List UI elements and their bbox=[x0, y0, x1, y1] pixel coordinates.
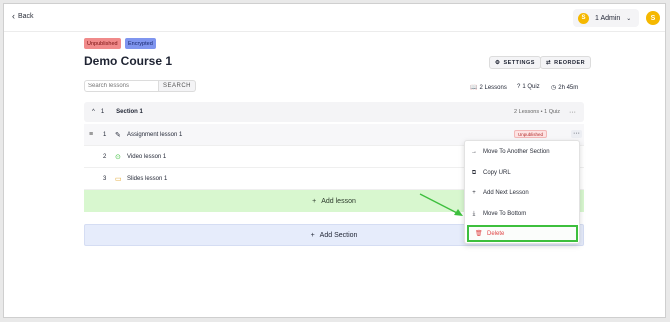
add-lesson-label: Add lesson bbox=[321, 197, 356, 205]
search-bar: SEARCH bbox=[84, 80, 197, 92]
status-badge: Unpublished bbox=[514, 130, 548, 138]
lesson-title[interactable]: Video lesson 1 bbox=[127, 154, 166, 160]
lesson-more-icon[interactable]: ··· bbox=[571, 130, 582, 138]
menu-item-label: Move To Another Section bbox=[483, 149, 550, 155]
menu-item-label: Move To Bottom bbox=[483, 211, 527, 217]
chevron-down-icon: ⌄ bbox=[626, 15, 632, 22]
duration-stat: ◷ 2h 45m bbox=[551, 84, 579, 92]
menu-item-copy-url[interactable]: ⧉ Copy URL bbox=[465, 166, 579, 180]
avatar[interactable]: S bbox=[646, 11, 660, 25]
menu-item-move-section[interactable]: → Move To Another Section bbox=[465, 145, 579, 159]
plus-icon: + bbox=[310, 231, 315, 239]
pencil-icon: ✎ bbox=[115, 131, 121, 139]
menu-item-move-bottom[interactable]: ⤓ Move To Bottom bbox=[465, 207, 579, 221]
unpublished-badge: Unpublished bbox=[84, 38, 121, 49]
back-button[interactable]: ‹ Back bbox=[12, 11, 34, 21]
lesson-context-menu: → Move To Another Section ⧉ Copy URL + A… bbox=[464, 140, 580, 244]
section-number: 1 bbox=[100, 109, 105, 115]
copy-icon: ⧉ bbox=[471, 169, 477, 176]
lesson-number: 3 bbox=[103, 175, 107, 182]
chevron-left-icon: ‹ bbox=[12, 11, 15, 21]
admin-coin-icon: S bbox=[578, 12, 589, 24]
reorder-button[interactable]: ⇄ REORDER bbox=[540, 56, 592, 69]
lessons-stat: 📖 2 Lessons bbox=[470, 84, 507, 92]
settings-button[interactable]: ⚙ SETTINGS bbox=[489, 56, 541, 69]
menu-item-delete[interactable]: 🗑 Delete bbox=[467, 225, 578, 242]
menu-item-label: Add Next Lesson bbox=[483, 190, 529, 196]
arrow-down-icon: ⤓ bbox=[472, 210, 476, 217]
gear-icon: ⚙ bbox=[495, 59, 501, 66]
search-input[interactable] bbox=[84, 80, 159, 92]
lesson-title[interactable]: Assignment lesson 1 bbox=[127, 132, 182, 138]
trash-icon: 🗑 bbox=[475, 231, 483, 237]
menu-item-label: Copy URL bbox=[483, 170, 511, 176]
clock-icon: ◷ bbox=[551, 85, 557, 91]
reorder-label: REORDER bbox=[554, 59, 586, 66]
page-title: Demo Course 1 bbox=[84, 54, 173, 68]
quiz-count: 1 Quiz bbox=[522, 84, 540, 90]
settings-label: SETTINGS bbox=[503, 59, 535, 66]
search-button[interactable]: SEARCH bbox=[159, 80, 197, 92]
duration-value: 2h 45m bbox=[558, 84, 579, 91]
question-icon: ? bbox=[517, 84, 521, 90]
section-header[interactable]: ^ 1 Section 1 2 Lessons • 1 Quiz ··· bbox=[84, 102, 584, 122]
add-section-label: Add Section bbox=[319, 231, 358, 239]
plus-icon: + bbox=[312, 197, 317, 205]
slides-icon: ▭ bbox=[115, 175, 122, 183]
section-more-icon[interactable]: ··· bbox=[569, 109, 576, 116]
chevron-up-icon[interactable]: ^ bbox=[92, 109, 95, 115]
drag-handle-icon[interactable]: ≡ bbox=[89, 131, 93, 138]
section-meta: 2 Lessons • 1 Quiz bbox=[514, 109, 560, 115]
top-bar: ‹ Back S 1 Admin ⌄ S bbox=[4, 4, 665, 32]
admin-selector[interactable]: S 1 Admin ⌄ bbox=[573, 9, 639, 27]
lesson-title[interactable]: Slides lesson 1 bbox=[127, 176, 167, 182]
admin-count: 1 Admin bbox=[595, 14, 621, 22]
play-icon: ⊙ bbox=[115, 153, 121, 161]
lessons-count: 2 Lessons bbox=[479, 84, 507, 91]
section-title: Section 1 bbox=[116, 109, 143, 115]
menu-item-label: Delete bbox=[487, 230, 505, 237]
reorder-icon: ⇄ bbox=[546, 59, 552, 66]
lesson-number: 1 bbox=[103, 131, 107, 138]
encrypted-badge: Encrypted bbox=[125, 38, 156, 49]
arrow-right-icon: → bbox=[471, 149, 477, 155]
quiz-stat: ? 1 Quiz bbox=[517, 84, 540, 90]
plus-icon: + bbox=[472, 190, 476, 196]
app-frame: ‹ Back S 1 Admin ⌄ S Unpublished Encrypt… bbox=[3, 3, 666, 318]
book-icon: 📖 bbox=[470, 85, 478, 91]
lesson-number: 2 bbox=[103, 153, 107, 160]
back-label: Back bbox=[18, 13, 34, 20]
menu-item-add-next[interactable]: + Add Next Lesson bbox=[465, 186, 579, 200]
